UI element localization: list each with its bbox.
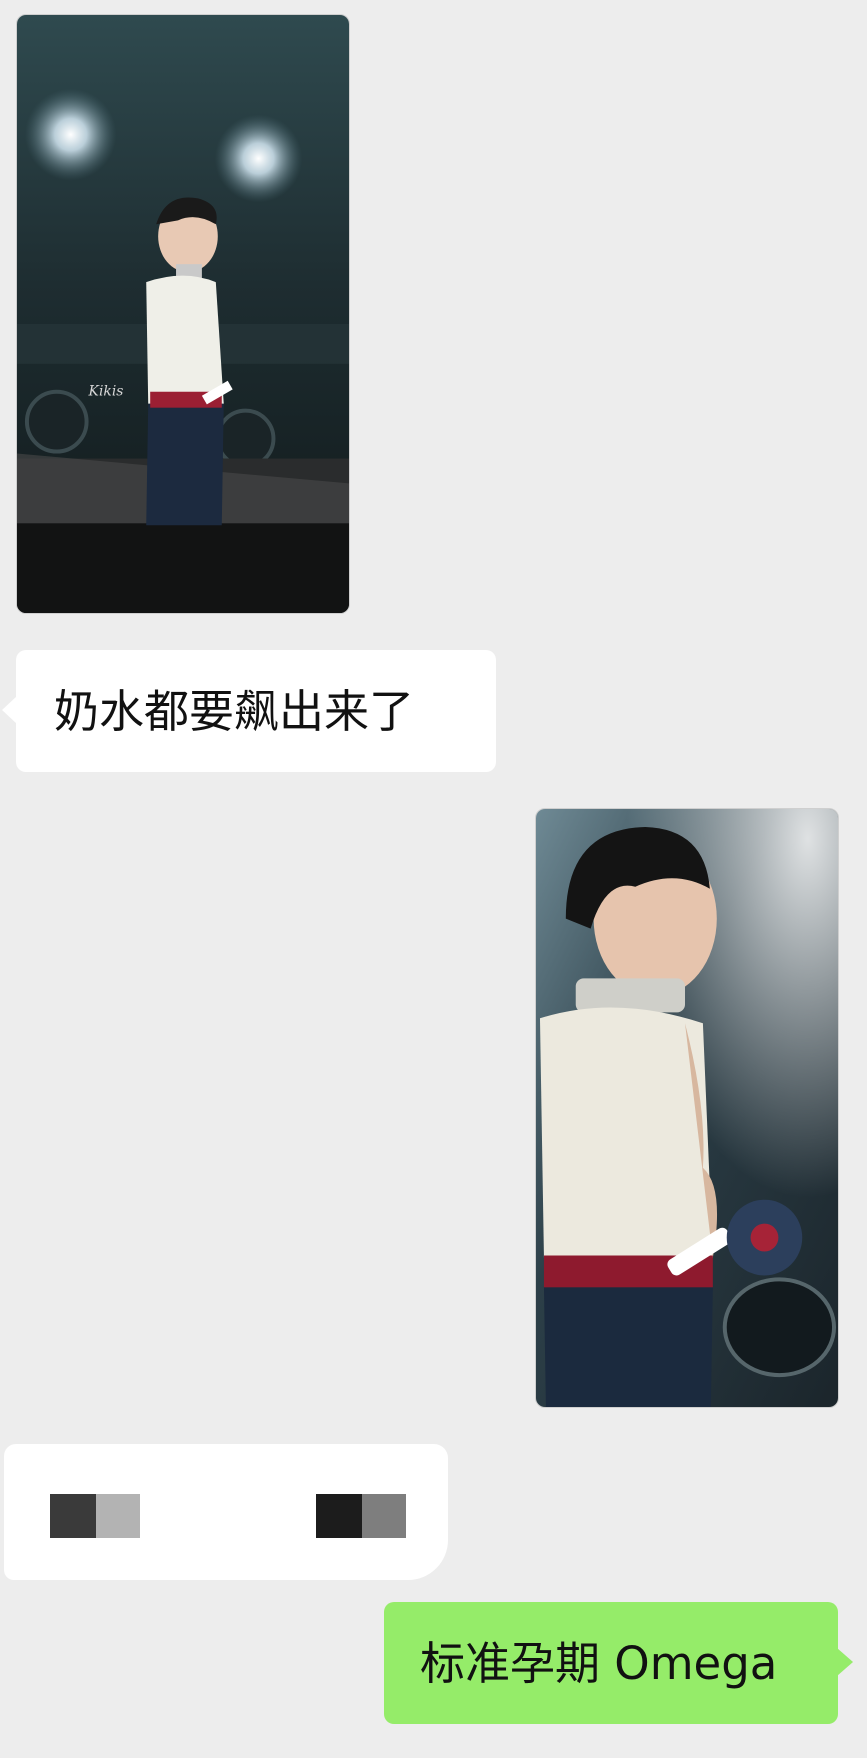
photo-watermark: Kikis (88, 384, 124, 400)
message-text: 标准孕期 Omega (420, 1636, 778, 1690)
redaction-block (96, 1494, 140, 1538)
redaction-block (362, 1494, 406, 1538)
concert-photo: Kikis (17, 15, 349, 613)
incoming-photo-message[interactable]: Kikis (16, 14, 350, 614)
redaction-block (50, 1494, 96, 1538)
bubble-tail (837, 1648, 853, 1676)
message-text: 奶水都要飙出来了 (54, 684, 415, 738)
incoming-redacted-message[interactable] (4, 1444, 448, 1580)
concert-photo-closeup (536, 809, 838, 1407)
outgoing-photo-message[interactable] (535, 808, 839, 1408)
outgoing-text-message[interactable]: 标准孕期 Omega (384, 1602, 853, 1724)
redaction-block (316, 1494, 362, 1538)
bubble-tail (2, 696, 17, 724)
incoming-text-message[interactable]: 奶水都要飙出来了 (2, 650, 496, 772)
